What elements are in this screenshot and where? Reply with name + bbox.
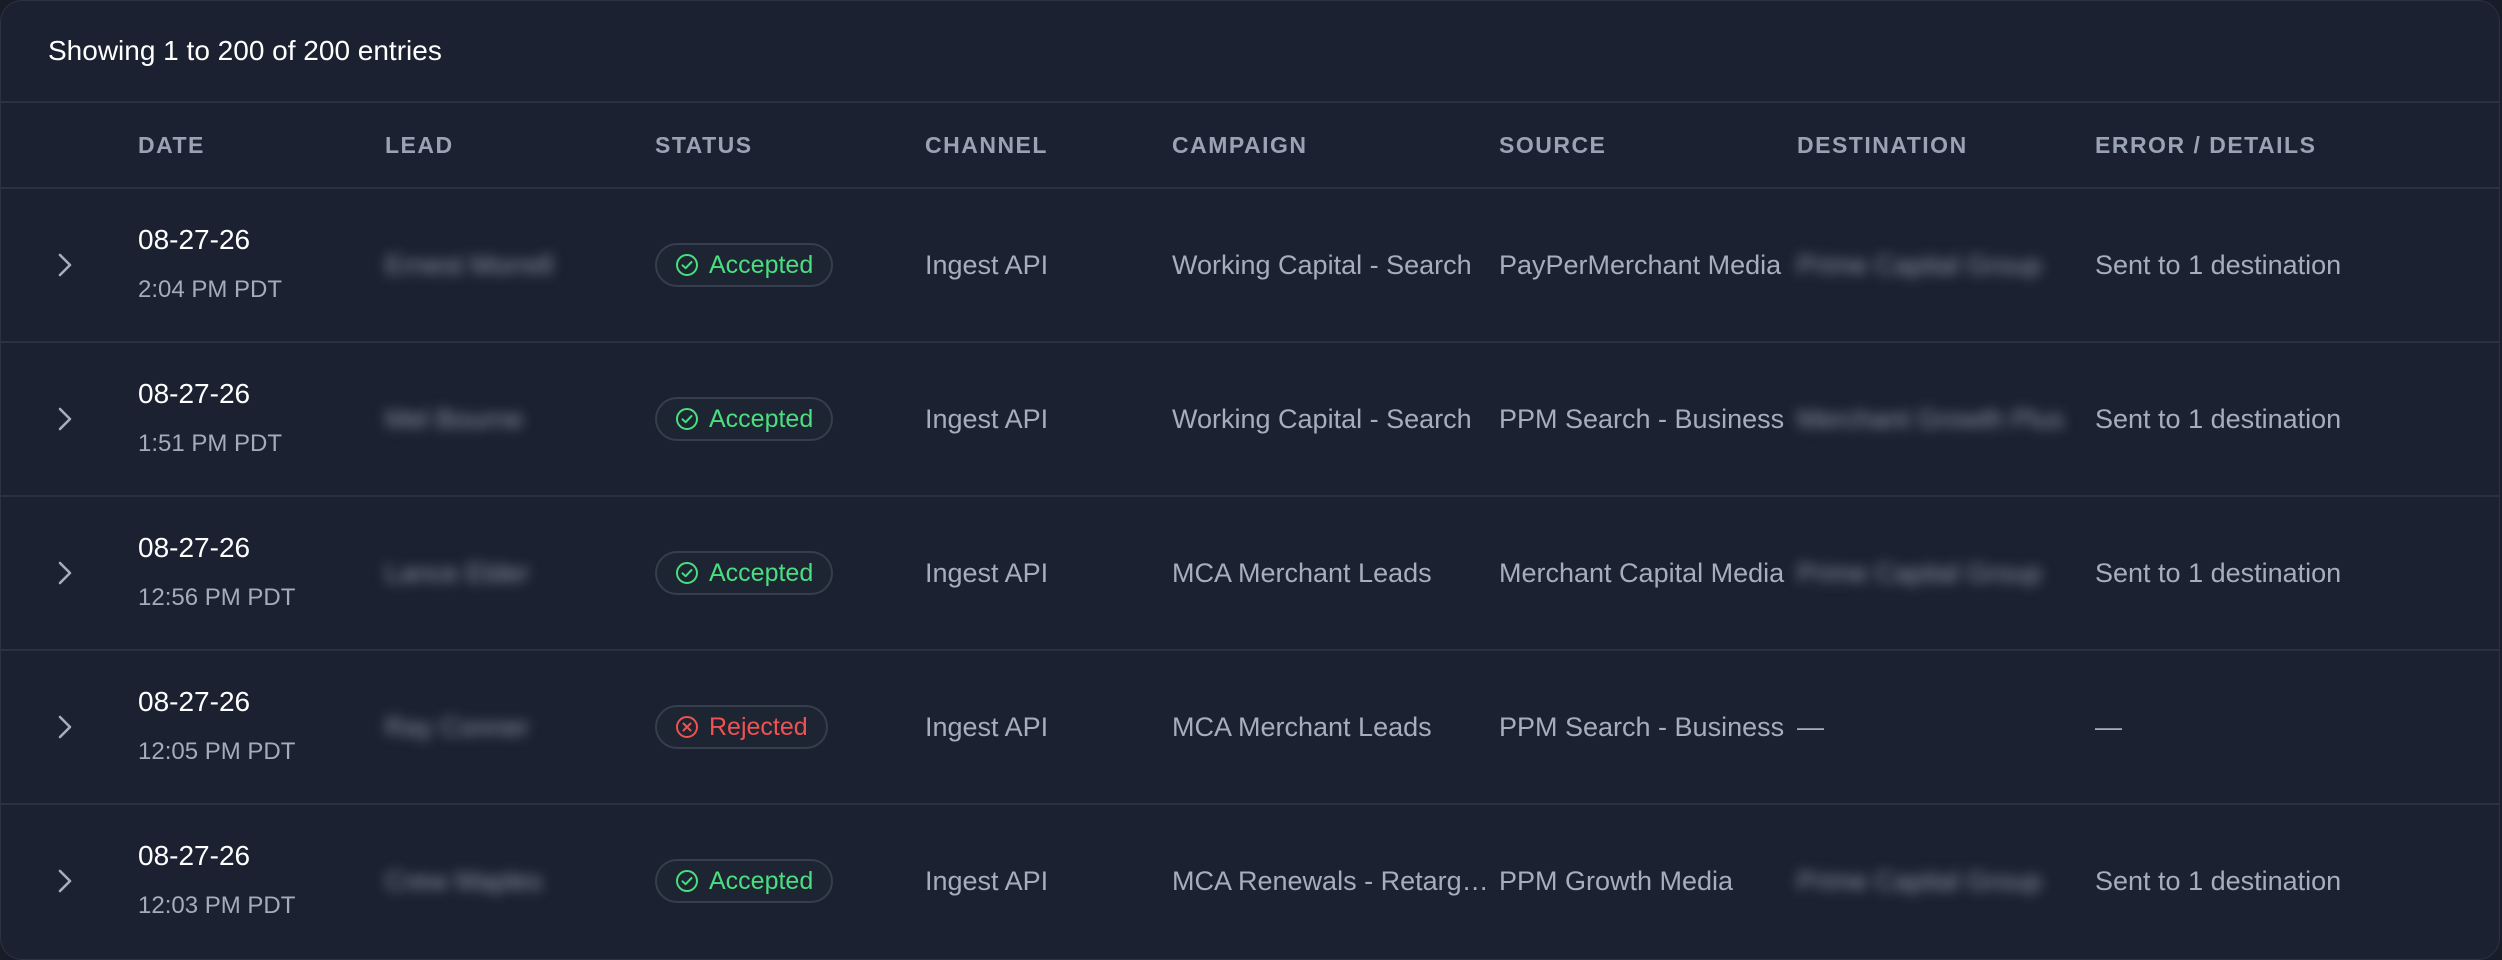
status-label: Accepted [709,866,814,895]
x-circle-icon [676,716,698,738]
date-cell: 08-27-26 2:04 PM PDT [138,222,385,308]
channel-cell: Ingest API [925,557,1049,588]
source-cell: Merchant Capital Media [1499,557,1785,588]
lead-name[interactable]: Ernest Morrell [385,250,553,280]
lead-time: 12:56 PM PDT [138,584,296,611]
lead-time: 12:03 PM PDT [138,892,296,919]
campaign-cell: MCA Merchant Leads [1172,711,1432,742]
campaign-cell: MCA Merchant Leads [1172,557,1432,588]
lead-name[interactable]: Lance Elder [385,558,529,588]
channel-cell: Ingest API [925,711,1049,742]
status-label: Accepted [709,404,814,433]
campaign-cell: Working Capital - Search [1172,249,1472,280]
lead-date: 08-27-26 [138,378,251,409]
status-badge: Rejected [655,705,828,749]
source-cell: PPM Growth Media [1499,865,1734,896]
table-body: 08-27-26 2:04 PM PDT Ernest Morrell Acce… [1,189,2499,957]
status-badge: Accepted [655,243,834,287]
lead-date: 08-27-26 [138,532,251,563]
source-cell: PPM Search - Business [1499,711,1785,742]
lead-time: 1:51 PM PDT [138,430,283,457]
chevron-right-icon [58,715,72,739]
channel-cell: Ingest API [925,249,1049,280]
details-cell: Sent to 1 destination [2095,557,2342,588]
check-circle-icon [676,562,698,584]
expand-row-button[interactable] [1,697,129,757]
date-cell: 08-27-26 12:56 PM PDT [138,530,385,616]
channel-cell: Ingest API [925,865,1049,896]
lead-name[interactable]: Crew Maples [385,866,543,896]
check-circle-icon [676,254,698,276]
expand-row-button[interactable] [1,543,129,603]
status-badge: Accepted [655,551,834,595]
channel-cell: Ingest API [925,403,1049,434]
status-badge: Accepted [655,859,834,903]
table-row[interactable]: 08-27-26 12:56 PM PDT Lance Elder Accept… [1,497,2499,651]
check-circle-icon [676,870,698,892]
status-label: Accepted [709,558,814,587]
expand-row-button[interactable] [1,389,129,449]
status-label: Rejected [709,712,808,741]
header-error-details[interactable]: ERROR / DETAILS [2095,132,2499,159]
table-row[interactable]: 08-27-26 12:05 PM PDT Ray Conner Rejecte… [1,651,2499,805]
source-cell: PayPerMerchant Media [1499,249,1782,280]
table-header: DATE LEAD STATUS CHANNEL CAMPAIGN SOURCE… [1,103,2499,189]
lead-time: 2:04 PM PDT [138,276,283,303]
header-destination[interactable]: DESTINATION [1797,132,2095,159]
table-row[interactable]: 08-27-26 12:03 PM PDT Crew Maples Accept… [1,805,2499,957]
status-label: Accepted [709,250,814,279]
table-row[interactable]: 08-27-26 2:04 PM PDT Ernest Morrell Acce… [1,189,2499,343]
destination-cell: Merchant Growth Plus [1797,403,2065,434]
details-cell: — [2095,711,2122,742]
header-source[interactable]: SOURCE [1499,132,1797,159]
date-cell: 08-27-26 1:51 PM PDT [138,376,385,462]
campaign-cell: Working Capital - Search [1172,403,1472,434]
lead-date: 08-27-26 [138,840,251,871]
destination-cell: Prime Capital Group [1797,865,2042,896]
destination-cell: Prime Capital Group [1797,557,2042,588]
source-cell: PPM Search - Business [1499,403,1785,434]
expand-row-button[interactable] [1,851,129,911]
check-circle-icon [676,408,698,430]
campaign-cell: MCA Renewals - Retargeting [1172,865,1499,896]
header-date[interactable]: DATE [138,132,385,159]
details-cell: Sent to 1 destination [2095,865,2342,896]
table-row[interactable]: 08-27-26 1:51 PM PDT Mel Bourne Accepted… [1,343,2499,497]
chevron-right-icon [58,407,72,431]
lead-date: 08-27-26 [138,224,251,255]
chevron-right-icon [58,253,72,277]
lead-name[interactable]: Ray Conner [385,712,529,742]
date-cell: 08-27-26 12:03 PM PDT [138,838,385,924]
header-campaign[interactable]: CAMPAIGN [1172,132,1499,159]
destination-cell: — [1797,711,1824,742]
date-cell: 08-27-26 12:05 PM PDT [138,684,385,770]
entries-summary: Showing 1 to 200 of 200 entries [1,1,2499,103]
header-channel[interactable]: CHANNEL [925,132,1172,159]
status-badge: Accepted [655,397,834,441]
chevron-right-icon [58,561,72,585]
lead-name[interactable]: Mel Bourne [385,404,523,434]
expand-row-button[interactable] [1,235,129,295]
header-lead[interactable]: LEAD [385,132,655,159]
lead-date: 08-27-26 [138,686,251,717]
leads-table-panel: Showing 1 to 200 of 200 entries DATE LEA… [0,0,2500,960]
details-cell: Sent to 1 destination [2095,249,2342,280]
destination-cell: Prime Capital Group [1797,249,2042,280]
lead-time: 12:05 PM PDT [138,738,296,765]
chevron-right-icon [58,869,72,893]
details-cell: Sent to 1 destination [2095,403,2342,434]
header-status[interactable]: STATUS [655,132,925,159]
